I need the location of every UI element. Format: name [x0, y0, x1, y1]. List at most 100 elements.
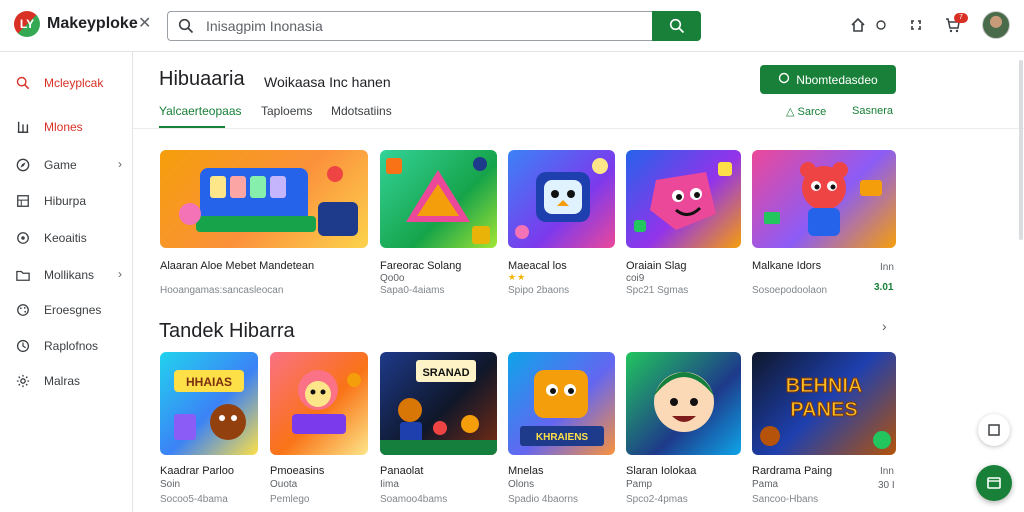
chevron-right-icon: › — [118, 267, 122, 281]
sidebar-item-raplofnos[interactable]: Raplofnos — [0, 333, 133, 359]
sidebar: Mcleyplcak Mlones Game › Hiburpa Keoaiti… — [0, 52, 133, 512]
game-card-image[interactable] — [380, 150, 497, 248]
game-artwork — [764, 162, 882, 236]
game-meta: Spco2-4pmas — [626, 494, 688, 505]
game-title[interactable]: Maeacal los — [508, 260, 567, 272]
game-title[interactable]: Slaran Iolokaa — [626, 465, 696, 477]
palette-icon — [14, 301, 32, 319]
game-subtitle: Iima — [380, 479, 399, 490]
game-subtitle: Pama — [752, 479, 779, 490]
divider — [133, 128, 1024, 129]
floating-action-button[interactable] — [976, 465, 1012, 501]
game-card-image[interactable] — [508, 150, 615, 248]
sidebar-item-label: Keoaitis — [44, 231, 87, 245]
game-card-image[interactable] — [160, 150, 368, 248]
game-artwork — [654, 372, 714, 432]
window-icon — [988, 424, 1000, 436]
rating-stars: ★★ — [508, 272, 527, 282]
game-title[interactable]: Malkane Idors — [752, 260, 821, 272]
sidebar-item-mollikans[interactable]: Mollikans › — [0, 262, 133, 288]
art-text: KHRAIENS — [536, 432, 589, 443]
app-logo[interactable]: LY — [14, 11, 40, 37]
notification-badge: 7 — [954, 13, 968, 23]
page-subtitle: Woikaasa Inc hanen — [264, 74, 391, 90]
game-meta: Spipo 2baons — [508, 285, 570, 296]
game-meta: Socoo5-4bama — [160, 494, 228, 505]
game-title[interactable]: Rardrama Paing — [752, 465, 832, 477]
window-toggle-button[interactable] — [978, 414, 1010, 446]
search-icon — [178, 18, 194, 39]
game-subtitle: Pamp — [626, 479, 653, 490]
game-title[interactable]: Panaolat — [380, 465, 423, 477]
sidebar-item-label: Mollikans — [44, 268, 95, 282]
sidebar-item-label: Malras — [44, 374, 81, 388]
game-subtitle: Ouota — [270, 479, 298, 490]
alert-icon: △ — [786, 106, 795, 118]
game-card-image[interactable]: KHRAIENS — [508, 352, 615, 455]
game-badge: Inn — [880, 262, 894, 273]
game-card-image[interactable] — [270, 352, 368, 455]
art-text: HHAIAS — [186, 375, 232, 389]
game-subtitle: Qo0o — [380, 273, 405, 284]
sidebar-item-label: Game — [44, 158, 77, 172]
game-badge: Inn — [880, 466, 894, 477]
grid-icon — [14, 192, 32, 210]
avatar[interactable] — [982, 11, 1010, 39]
tab-first[interactable]: Yalcaerteopaas — [159, 104, 242, 118]
gamepad-icon[interactable] — [906, 15, 926, 35]
sidebar-item-label: Eroesgnes — [44, 303, 102, 317]
sidebar-item-eroesgnes[interactable]: Eroesgnes — [0, 297, 133, 323]
compass-icon — [14, 156, 32, 174]
game-title[interactable]: Alaaran Aloe Mebet Mandetean — [160, 260, 314, 272]
section-title: Tandek Hibarra — [159, 320, 295, 342]
top-bar: LY Makeyploke ✕ Inisagpim Inonasia 7 — [0, 0, 1024, 52]
game-title[interactable]: Kaadrar Parloo — [160, 465, 234, 477]
game-rating: 30 I — [878, 480, 895, 491]
game-meta: Pemlego — [270, 494, 310, 505]
sidebar-item-hiburpa[interactable]: Hiburpa — [0, 188, 133, 214]
game-card-image[interactable]: SRANAD — [380, 352, 497, 455]
game-meta: Sancoo-Hbans — [752, 494, 819, 505]
sidebar-item-game[interactable]: Game › — [0, 152, 133, 178]
game-artwork — [515, 158, 608, 239]
chevron-right-icon[interactable]: › — [882, 318, 887, 334]
sidebar-item-search[interactable]: Mcleyplcak — [0, 70, 133, 96]
sidebar-item-library[interactable]: Mlones — [0, 114, 133, 140]
tab-third[interactable]: Mdotsatiins — [331, 104, 392, 118]
window-icon — [987, 477, 1001, 489]
game-card-image[interactable]: BEHNIA PANES — [752, 352, 896, 455]
sidebar-item-keoaitis[interactable]: Keoaitis — [0, 225, 133, 251]
game-artwork — [292, 370, 361, 434]
scrollbar[interactable] — [1019, 60, 1023, 240]
sidebar-item-label: Hiburpa — [44, 194, 87, 208]
game-subtitle: Soin — [160, 479, 181, 490]
game-artwork — [386, 157, 490, 244]
view-link[interactable]: Sasnera — [852, 105, 893, 117]
close-icon[interactable]: ✕ — [138, 13, 151, 33]
search-input[interactable]: Inisagpim Inonasia — [167, 11, 653, 41]
brand-name[interactable]: Makeyploke — [47, 15, 138, 33]
game-card-image[interactable] — [626, 150, 741, 248]
game-card-image[interactable] — [752, 150, 896, 248]
sidebar-item-malras[interactable]: Malras — [0, 368, 133, 394]
search-button[interactable] — [652, 11, 701, 41]
game-card-image[interactable] — [626, 352, 741, 455]
search-value: Inisagpim Inonasia — [206, 18, 323, 34]
tab-second[interactable]: Taploems — [261, 104, 312, 118]
game-artwork — [634, 162, 732, 232]
primary-action-button[interactable]: Nbomtedasdeo — [760, 65, 896, 94]
library-icon — [14, 118, 32, 136]
game-card-image[interactable]: HHAIAS — [160, 352, 258, 455]
game-meta: Hooangamas:sancasleocan — [160, 285, 284, 296]
puzzle-icon — [14, 229, 32, 247]
game-title[interactable]: Oraiain Slag — [626, 260, 687, 272]
game-title[interactable]: Fareorac Solang — [380, 260, 461, 272]
filter-link[interactable]: △ Sarce — [786, 105, 826, 118]
game-title[interactable]: Mnelas — [508, 465, 543, 477]
game-title[interactable]: Pmoeasins — [270, 465, 324, 477]
chevron-right-icon: › — [118, 157, 122, 171]
art-text: BEHNIA — [786, 375, 863, 397]
art-text: SRANAD — [422, 367, 469, 379]
status-dot-icon[interactable] — [871, 15, 891, 35]
home-icon[interactable] — [848, 15, 868, 35]
